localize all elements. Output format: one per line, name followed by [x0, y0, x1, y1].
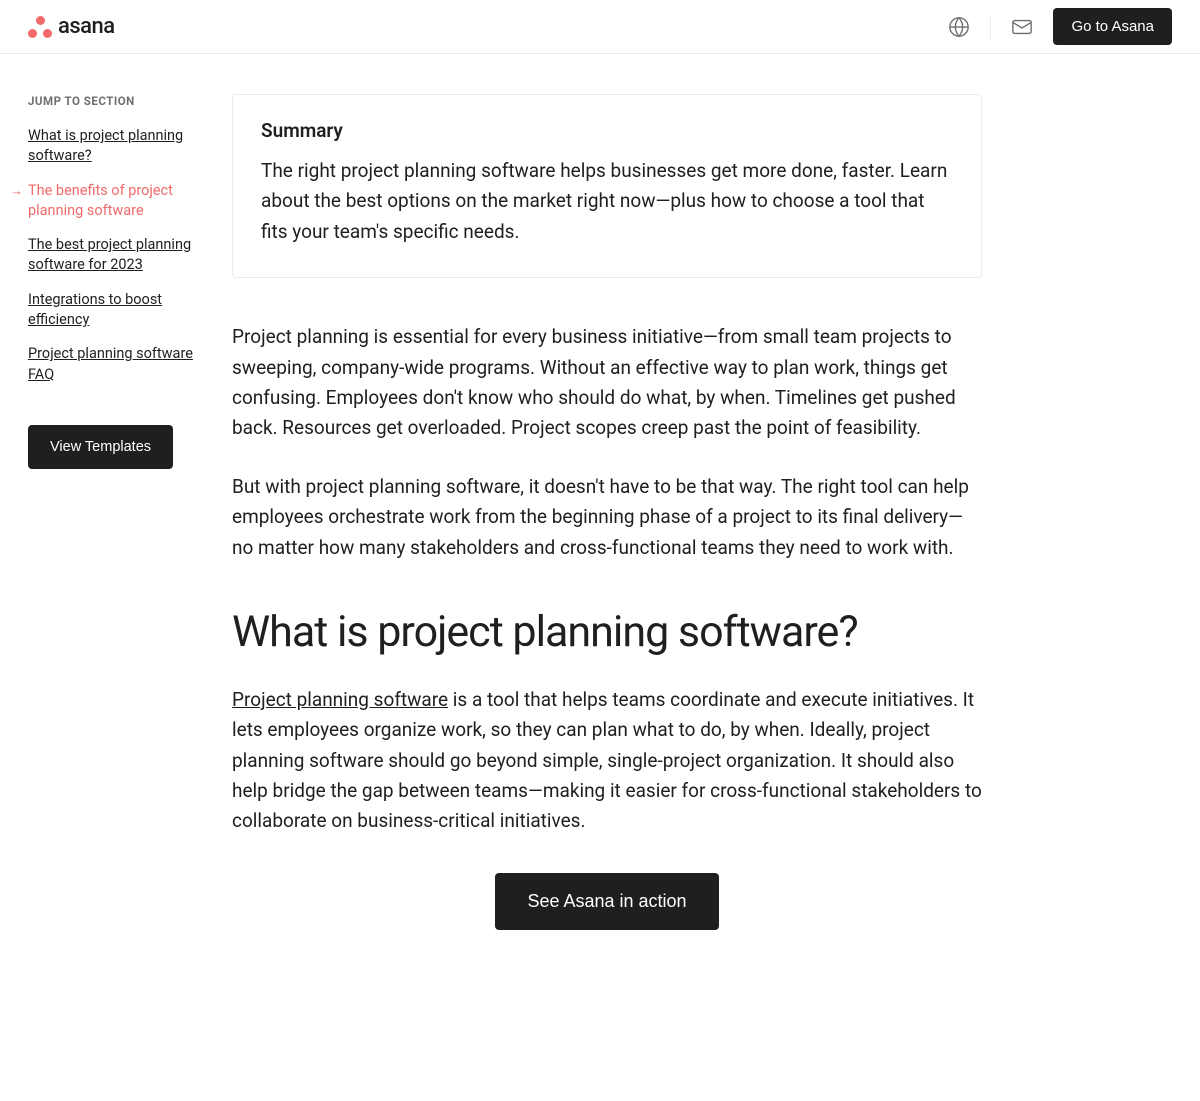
- intro-para-2: But with project planning software, it d…: [232, 472, 982, 563]
- main-container: JUMP TO SECTION What is project planning…: [0, 54, 1200, 970]
- summary-title: Summary: [261, 119, 953, 142]
- nav-item-integrations[interactable]: Integrations to boost efficiency: [28, 290, 208, 331]
- view-templates-button[interactable]: View Templates: [28, 425, 173, 469]
- mail-icon[interactable]: [1011, 16, 1033, 38]
- nav-item-label: Integrations to boost efficiency: [28, 291, 162, 328]
- project-planning-software-link[interactable]: Project planning software: [232, 688, 448, 711]
- nav-item-label: What is project planning software?: [28, 127, 183, 164]
- header-divider: [990, 15, 991, 39]
- summary-box: Summary The right project planning softw…: [232, 94, 982, 278]
- nav-item-faq[interactable]: Project planning software FAQ: [28, 344, 208, 385]
- nav-item-best-2023[interactable]: The best project planning software for 2…: [28, 235, 208, 276]
- site-header: asana Go to Asana: [0, 0, 1200, 54]
- jump-nav-list: What is project planning software? → The…: [28, 126, 208, 385]
- intro-para-1: Project planning is essential for every …: [232, 322, 982, 444]
- nav-item-what-is[interactable]: What is project planning software?: [28, 126, 208, 167]
- heading-what-is: What is project planning software?: [232, 607, 982, 657]
- asana-wordmark: asana: [58, 14, 115, 39]
- arrow-right-icon: →: [10, 183, 23, 201]
- cta-container: See Asana in action: [232, 873, 982, 930]
- definition-para: Project planning software is a tool that…: [232, 685, 982, 837]
- go-to-asana-button[interactable]: Go to Asana: [1053, 8, 1172, 45]
- asana-logo[interactable]: asana: [28, 14, 115, 39]
- globe-icon[interactable]: [948, 16, 970, 38]
- see-asana-in-action-button[interactable]: See Asana in action: [495, 873, 718, 930]
- jump-to-sidebar: JUMP TO SECTION What is project planning…: [28, 94, 208, 930]
- summary-text: The right project planning software help…: [261, 156, 953, 247]
- jump-to-title: JUMP TO SECTION: [28, 94, 208, 108]
- article-content: Summary The right project planning softw…: [232, 94, 982, 930]
- nav-item-label: The best project planning software for 2…: [28, 236, 191, 273]
- header-actions: Go to Asana: [948, 8, 1172, 45]
- nav-item-label: Project planning software FAQ: [28, 345, 193, 382]
- nav-item-benefits[interactable]: → The benefits of project planning softw…: [28, 181, 208, 222]
- asana-logo-icon: [28, 16, 52, 38]
- nav-item-label: The benefits of project planning softwar…: [28, 182, 173, 219]
